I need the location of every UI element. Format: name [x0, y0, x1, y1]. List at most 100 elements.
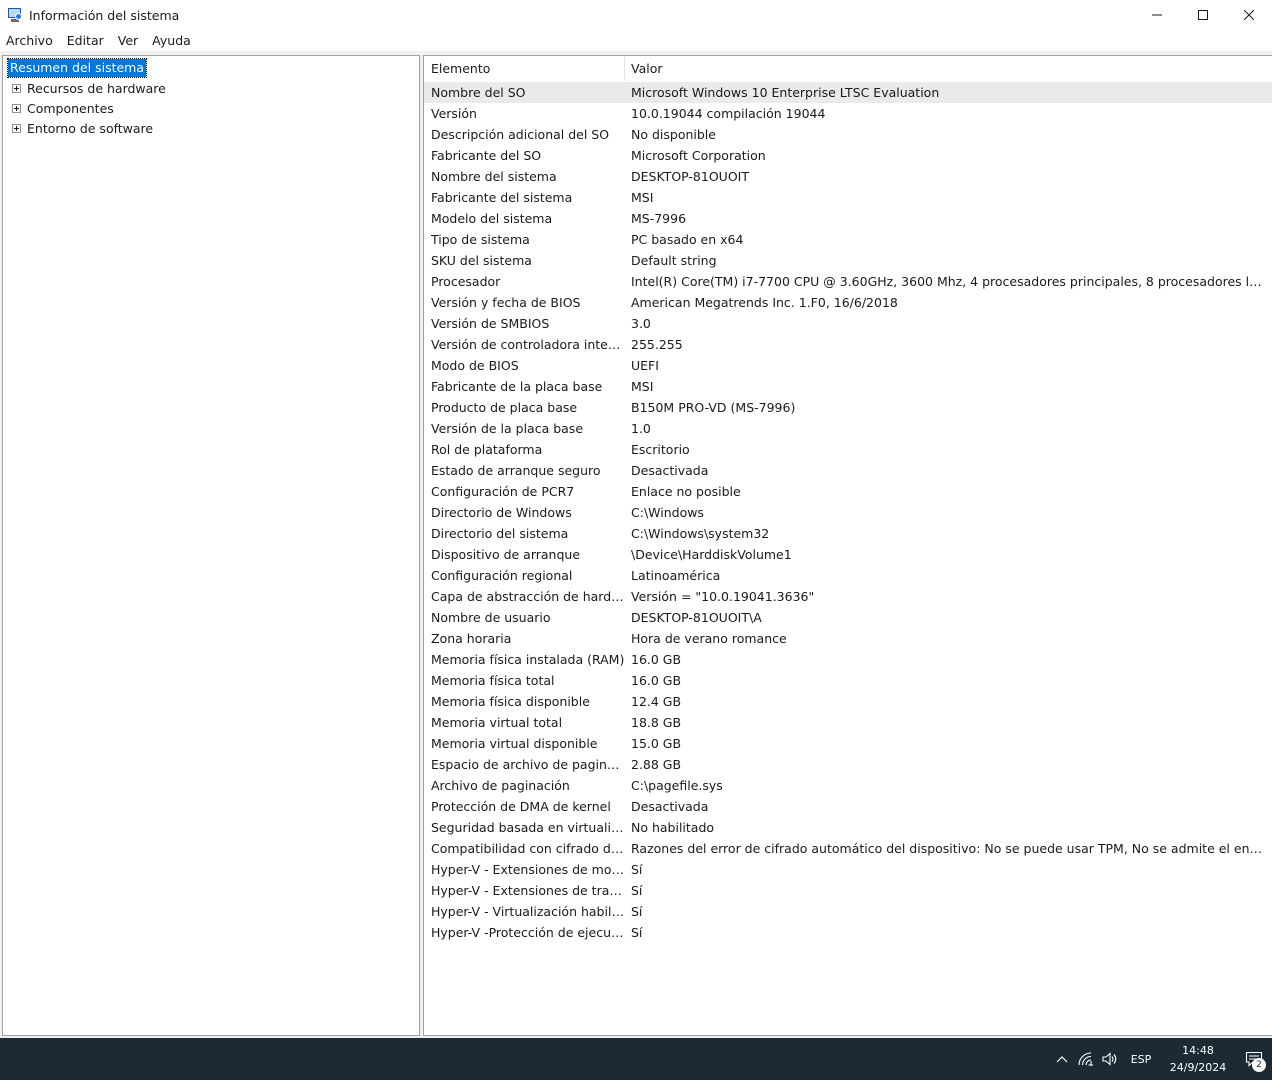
item-name-cell: Zona horaria	[431, 631, 512, 646]
list-row[interactable]: Rol de plataforma Escritorio	[424, 439, 1272, 460]
tree-item-label: Entorno de software	[27, 120, 154, 136]
list-row[interactable]: SKU del sistema Default string	[424, 250, 1272, 271]
list-row[interactable]: Fabricante del SO Microsoft Corporation	[424, 145, 1272, 166]
list-row[interactable]: Modo de BIOS UEFI	[424, 355, 1272, 376]
tree-item-components[interactable]: Componentes	[3, 98, 114, 118]
item-value-cell: Enlace no posible	[631, 484, 741, 499]
item-value-cell: 18.8 GB	[631, 715, 682, 730]
list-row[interactable]: Zona horaria Hora de verano romance	[424, 628, 1272, 649]
tree-item-software-environment[interactable]: Entorno de software	[3, 118, 153, 138]
item-name-cell: Nombre de usuario	[431, 610, 551, 625]
list-row[interactable]: Versión de controladora integr... 255.255	[424, 334, 1272, 355]
details-list[interactable]: Elemento Valor Nombre del SO Microsoft Wi…	[423, 55, 1272, 1036]
item-name-cell: Descripción adicional del SO	[431, 127, 610, 142]
expand-icon[interactable]	[12, 103, 21, 113]
item-value-cell: Microsoft Windows 10 Enterprise LTSC Eva…	[631, 85, 940, 100]
expand-icon[interactable]	[12, 83, 21, 93]
expand-icon[interactable]	[12, 123, 21, 133]
item-value-cell: Hora de verano romance	[631, 631, 787, 646]
list-row[interactable]: Protección de DMA de kernel Desactivada	[424, 796, 1272, 817]
menu-ayuda[interactable]: Ayuda	[152, 33, 191, 48]
list-row[interactable]: Memoria virtual disponible 15.0 GB	[424, 733, 1272, 754]
list-row[interactable]: Directorio de Windows C:\Windows	[424, 502, 1272, 523]
tree-item-hardware-resources[interactable]: Recursos de hardware	[3, 78, 166, 98]
list-row[interactable]: Nombre de usuario DESKTOP-81OUOIT\A	[424, 607, 1272, 628]
menu-ver[interactable]: Ver	[118, 33, 138, 48]
system-information-icon[interactable]	[7, 7, 23, 23]
list-row[interactable]: Modelo del sistema MS-7996	[424, 208, 1272, 229]
notification-count-badge: 2	[1252, 1058, 1266, 1072]
list-row[interactable]: Versión y fecha de BIOS American Megatren…	[424, 292, 1272, 313]
list-row[interactable]: Fabricante de la placa base MSI	[424, 376, 1272, 397]
list-row[interactable]: Hyper-V - Extensiones de mod... Sí	[424, 859, 1272, 880]
list-row[interactable]: Memoria física instalada (RAM) 16.0 GB	[424, 649, 1272, 670]
item-value-cell: Sí	[631, 883, 643, 898]
item-value-cell: Desactivada	[631, 463, 709, 478]
list-row[interactable]: Memoria virtual total 18.8 GB	[424, 712, 1272, 733]
item-name-cell: Producto de placa base	[431, 400, 578, 415]
list-row[interactable]: Configuración de PCR7 Enlace no posible	[424, 481, 1272, 502]
list-row[interactable]: Nombre del sistema DESKTOP-81OUOIT	[424, 166, 1272, 187]
list-row[interactable]: Tipo de sistema PC basado en x64	[424, 229, 1272, 250]
menu-editar[interactable]: Editar	[67, 33, 104, 48]
list-row[interactable]: Espacio de archivo de paginaci... 2.88 GB	[424, 754, 1272, 775]
category-tree[interactable]: Resumen del sistema Recursos de hardware…	[2, 55, 420, 1036]
item-value-cell: 16.0 GB	[631, 652, 682, 667]
clock[interactable]: 14:48 24/9/2024	[1160, 1042, 1236, 1076]
volume-icon[interactable]	[1098, 1038, 1122, 1080]
list-row[interactable]: Estado de arranque seguro Desactivada	[424, 460, 1272, 481]
list-row[interactable]: Capa de abstracción de hardw... Versión =…	[424, 586, 1272, 607]
list-row[interactable]: Hyper-V - Extensiones de tradu... Sí	[424, 880, 1272, 901]
minimize-button[interactable]	[1134, 0, 1180, 30]
list-row[interactable]: Versión de la placa base 1.0	[424, 418, 1272, 439]
chevron-up-icon[interactable]	[1050, 1038, 1074, 1080]
action-center-button[interactable]: 2	[1236, 1038, 1272, 1080]
column-header-value[interactable]: Valor	[625, 56, 1272, 81]
item-name-cell: Modo de BIOS	[431, 358, 519, 373]
item-value-cell: Versión = "10.0.19041.3636"	[631, 589, 815, 604]
network-icon[interactable]	[1074, 1038, 1098, 1080]
tree-item-system-summary[interactable]: Resumen del sistema	[6, 58, 148, 78]
list-row[interactable]: Producto de placa base B150M PRO-VD (MS-7…	[424, 397, 1272, 418]
list-row[interactable]: Fabricante del sistema MSI	[424, 187, 1272, 208]
item-value-cell: \Device\HarddiskVolume1	[631, 547, 792, 562]
item-name-cell: Memoria virtual disponible	[431, 736, 598, 751]
tree-item-label: Recursos de hardware	[27, 80, 166, 96]
list-row[interactable]: Versión de SMBIOS 3.0	[424, 313, 1272, 334]
list-row[interactable]: Memoria física total 16.0 GB	[424, 670, 1272, 691]
item-name-cell: Modelo del sistema	[431, 211, 553, 226]
list-row[interactable]: Hyper-V -Protección de ejecuci... Sí	[424, 922, 1272, 943]
menu-archivo[interactable]: Archivo	[6, 33, 53, 48]
list-row[interactable]: Nombre del SO Microsoft Windows 10 Enterp…	[424, 82, 1272, 103]
window-controls	[1134, 0, 1272, 30]
list-row[interactable]: Dispositivo de arranque \Device\HarddiskV…	[424, 544, 1272, 565]
list-row[interactable]: Compatibilidad con cifrado de ... Razones…	[424, 838, 1272, 859]
item-name-cell: Procesador	[431, 274, 501, 289]
item-name-cell: Hyper-V - Extensiones de tradu...	[431, 883, 625, 898]
item-name-cell: Espacio de archivo de paginaci...	[431, 757, 625, 772]
list-row[interactable]: Memoria física disponible 12.4 GB	[424, 691, 1272, 712]
item-name-cell: Compatibilidad con cifrado de ...	[431, 841, 625, 856]
list-row[interactable]: Procesador Intel(R) Core(TM) i7-7700 CPU …	[424, 271, 1272, 292]
column-header-item[interactable]: Elemento	[424, 56, 625, 81]
list-row[interactable]: Directorio del sistema C:\Windows\system3…	[424, 523, 1272, 544]
list-row[interactable]: Archivo de paginación C:\pagefile.sys	[424, 775, 1272, 796]
item-value-cell: MS-7996	[631, 211, 687, 226]
input-language[interactable]: ESP	[1122, 1053, 1160, 1066]
list-row[interactable]: Seguridad basada en virtualiza... No habi…	[424, 817, 1272, 838]
list-row[interactable]: Configuración regional Latinoamérica	[424, 565, 1272, 586]
item-value-cell: American Megatrends Inc. 1.F0, 16/6/2018	[631, 295, 898, 310]
list-row[interactable]: Versión 10.0.19044 compilación 19044	[424, 103, 1272, 124]
list-row[interactable]: Descripción adicional del SO No disponibl…	[424, 124, 1272, 145]
item-name-cell: Directorio de Windows	[431, 505, 572, 520]
item-value-cell: 3.0	[631, 316, 651, 331]
item-name-cell: Fabricante del SO	[431, 148, 542, 163]
item-value-cell: 1.0	[631, 421, 651, 436]
item-name-cell: Memoria física disponible	[431, 694, 590, 709]
tree-item-label: Componentes	[27, 100, 114, 116]
list-row[interactable]: Hyper-V - Virtualización habilit... Sí	[424, 901, 1272, 922]
close-icon	[1244, 10, 1254, 20]
maximize-button[interactable]	[1180, 0, 1226, 30]
close-button[interactable]	[1226, 0, 1272, 30]
item-name-cell: Directorio del sistema	[431, 526, 569, 541]
